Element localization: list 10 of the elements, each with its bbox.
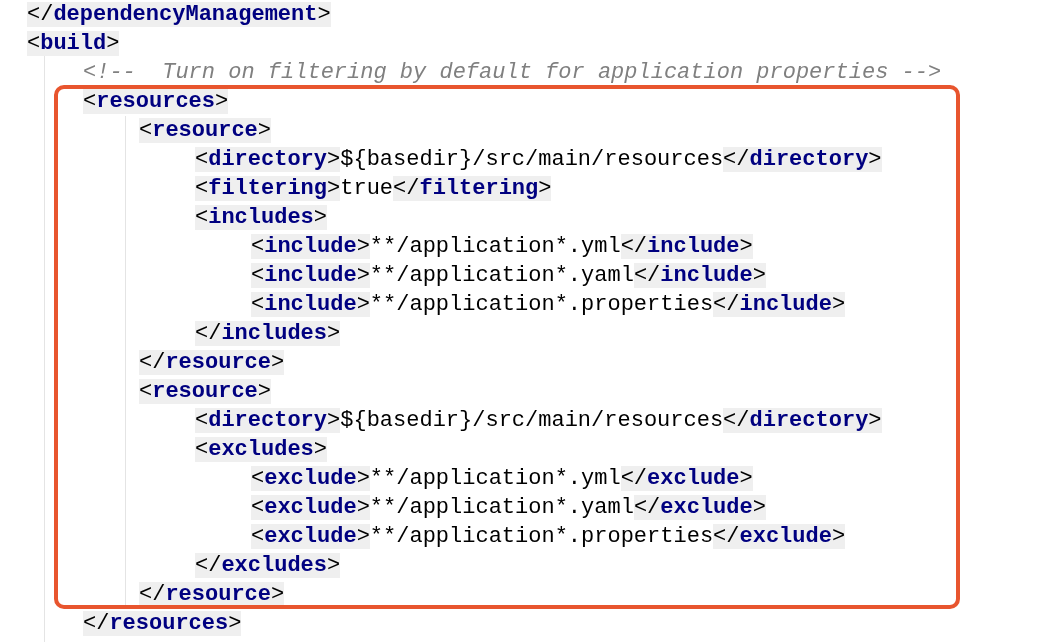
code-line: <filtering>true</filtering> [195, 175, 552, 203]
code-line: <directory>${basedir}/src/main/resources</directory> [195, 407, 882, 435]
code-line: <exclude>**/application*.yml</exclude> [251, 465, 753, 493]
code-line: <include>**/application*.properties</include> [251, 291, 846, 319]
code-line: <!-- Turn on filtering by default for application properties --> [83, 59, 942, 87]
code-line: <directory>${basedir}/src/main/resources</directory> [195, 146, 882, 174]
code-line: <exclude>**/application*.properties</exclude> [251, 523, 846, 551]
code-line: <exclude>**/application*.yaml</exclude> [251, 494, 766, 522]
code-line: <include>**/application*.yml</include> [251, 233, 753, 261]
code-line: <include>**/application*.yaml</include> [251, 262, 766, 290]
